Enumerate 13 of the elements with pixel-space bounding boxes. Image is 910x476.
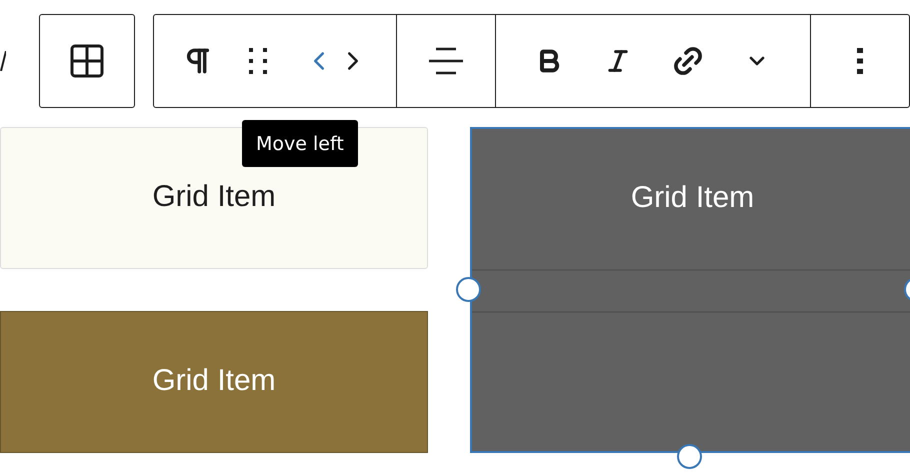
- drag-icon: [249, 48, 267, 74]
- more-vertical-icon: [857, 48, 863, 74]
- resize-handle[interactable]: [456, 277, 481, 302]
- tooltip: Move left: [242, 120, 358, 167]
- resize-handle[interactable]: [677, 444, 702, 469]
- grid-item-label: Grid Item: [152, 180, 276, 214]
- grid-item-label: Grid Item: [152, 364, 276, 398]
- align-icon: [429, 47, 463, 75]
- grid-item-label: Grid Item: [630, 181, 754, 215]
- grid-item[interactable]: Grid Item: [0, 311, 428, 453]
- grid-icon: [70, 44, 104, 78]
- grid-item[interactable]: Grid Item: [470, 127, 910, 453]
- cut-off-icon: [0, 51, 6, 71]
